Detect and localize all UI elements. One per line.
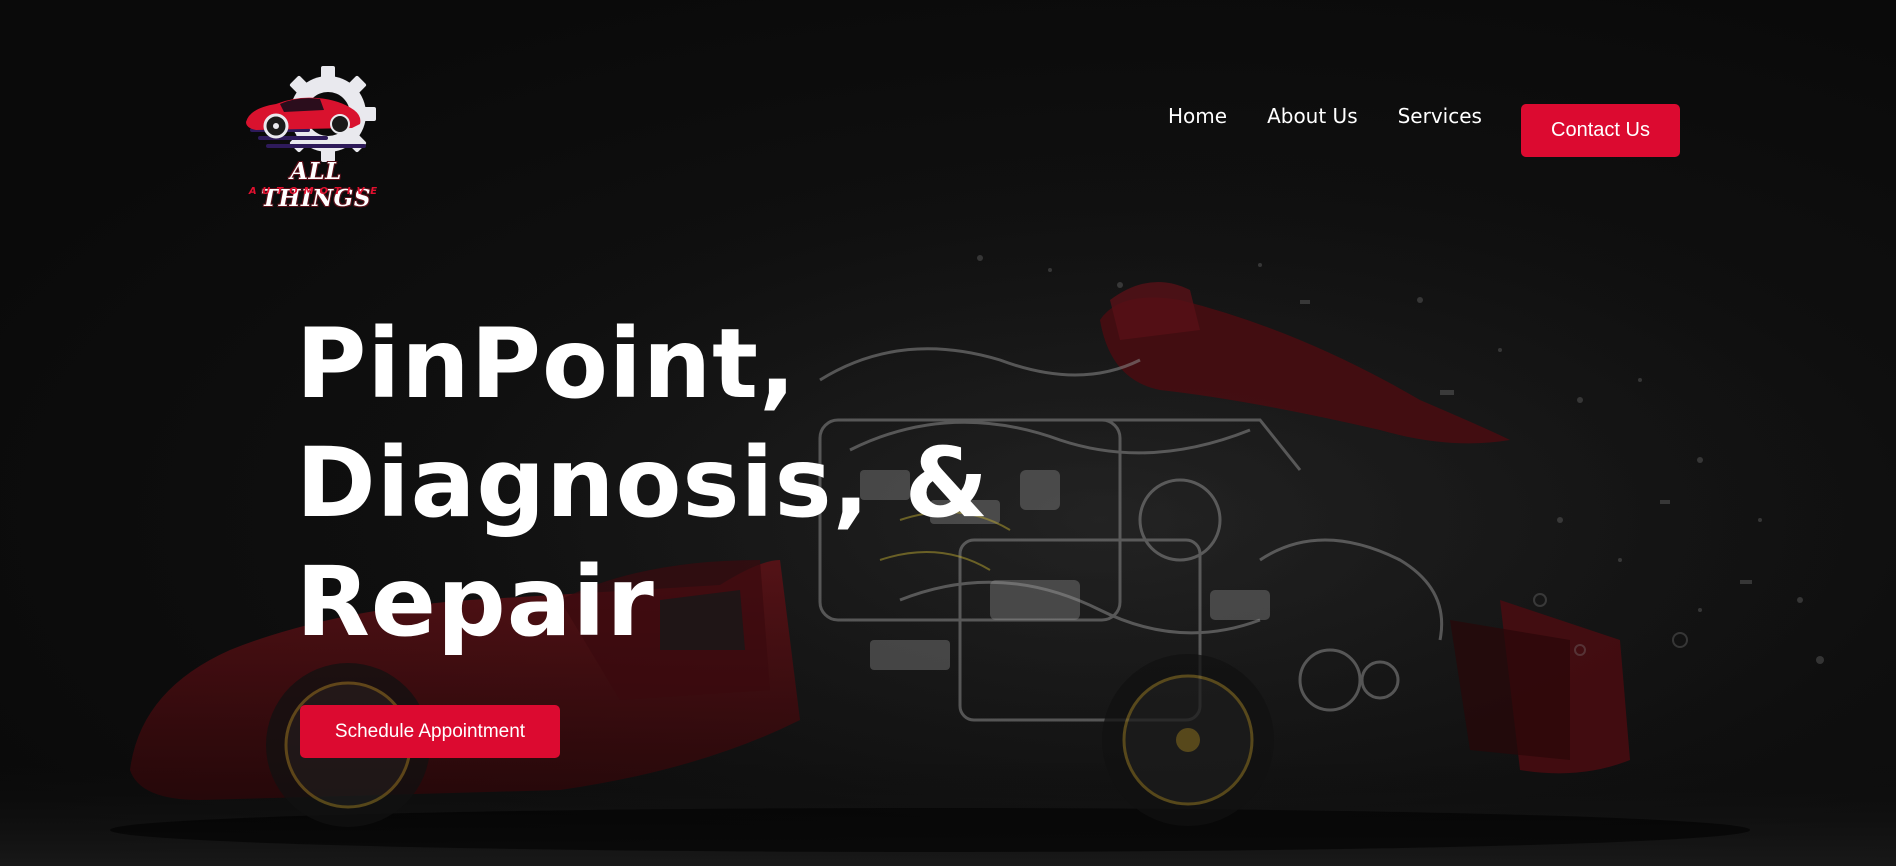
brand-tagline: AUTOMOTIVE [248,186,384,197]
brand-name: ALL THINGS [261,158,371,212]
brand-logo[interactable]: ALL THINGS AUTOMOTIVE [236,66,396,212]
hero-headline: PinPoint, Diagnosis, & Repair [296,305,1016,662]
hero-headline-line-2: Diagnosis, & [296,427,990,539]
schedule-appointment-button[interactable]: Schedule Appointment [300,705,560,758]
gear-car-logo-icon [246,66,376,162]
nav-home-link[interactable]: Home [1168,104,1227,128]
hero-headline-line-1: PinPoint, [296,308,797,420]
main-nav: Home About Us Services [1168,104,1522,128]
nav-services-link[interactable]: Services [1398,104,1482,128]
nav-about-link[interactable]: About Us [1267,104,1358,128]
contact-us-button[interactable]: Contact Us [1521,104,1680,157]
hero-headline-line-3: Repair [296,546,655,658]
